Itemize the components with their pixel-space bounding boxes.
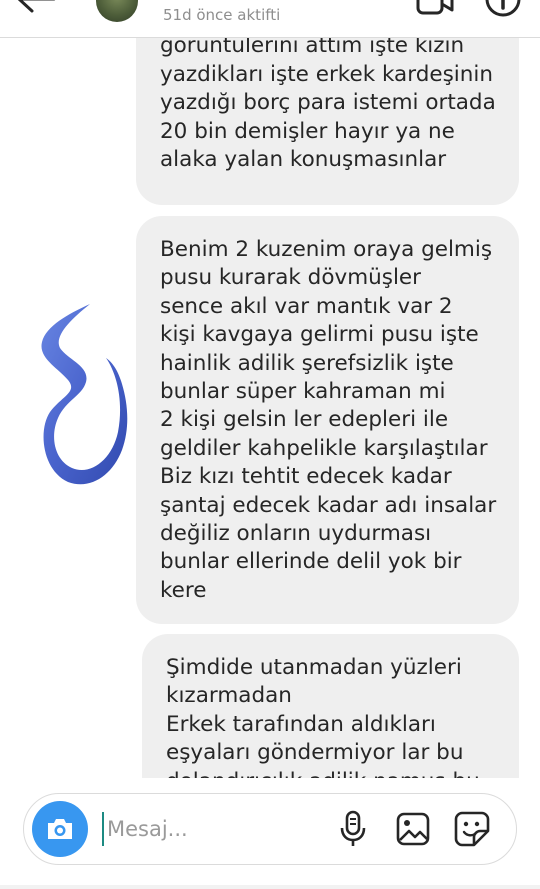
camera-button[interactable] [32,801,88,857]
image-icon[interactable] [396,812,430,846]
message-composer [23,793,517,865]
chat-header: 51d önce aktifti [0,0,540,38]
message-bubble[interactable]: Benim 2 kuzenim oraya gelmiş pusu kurara… [136,216,519,624]
sticker-icon[interactable] [454,811,490,847]
video-camera-icon[interactable] [416,0,454,16]
arrow-left-icon[interactable] [14,0,58,16]
avatar[interactable] [96,0,138,22]
info-icon[interactable] [484,0,522,18]
microphone-icon[interactable] [338,810,368,848]
message-thread[interactable]: Ben sana bazı ekran görüntülerini attım … [0,0,540,778]
message-bubble[interactable]: Şimdide utanmadan yüzleri kızarmadan Erk… [142,634,519,778]
watermark-logo [41,304,128,485]
bottom-divider [0,885,540,889]
camera-icon [48,819,72,839]
message-input[interactable] [102,812,337,846]
active-status: 51d önce aktifti [163,6,281,24]
